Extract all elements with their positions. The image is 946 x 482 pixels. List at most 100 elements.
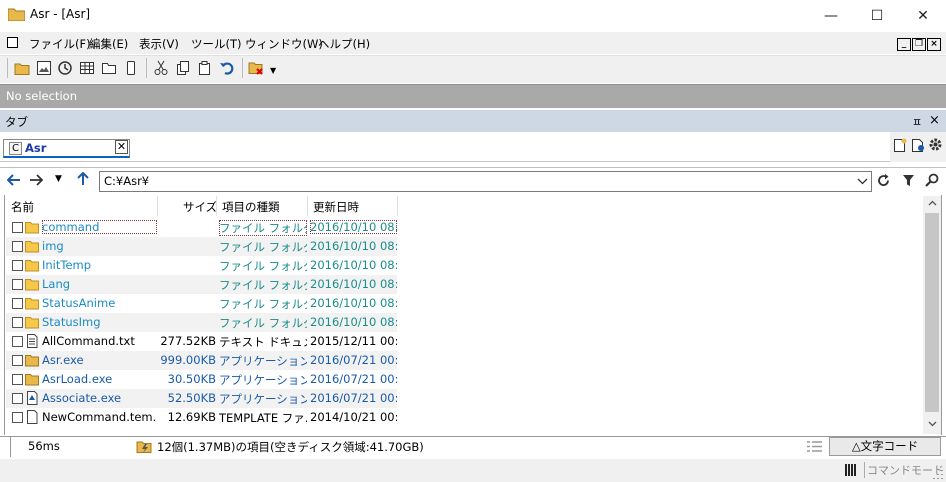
search-icon[interactable] (925, 173, 939, 187)
charcode-button[interactable]: △文字コード (829, 437, 941, 456)
filter-icon[interactable] (902, 174, 915, 187)
file-name[interactable]: AllCommand.txt (42, 334, 157, 348)
file-name[interactable]: Lang (42, 277, 157, 291)
row-checkbox[interactable] (12, 412, 23, 423)
column-divider[interactable] (397, 196, 398, 216)
file-row[interactable]: InitTemp ファイル フォルダー2016/10/10 08:... (6, 256, 397, 275)
image-view-icon[interactable] (35, 59, 53, 77)
row-checkbox[interactable] (12, 355, 23, 366)
mdi-minimize-button[interactable]: _ (897, 38, 911, 51)
delete-folder-icon[interactable] (248, 59, 266, 77)
file-name[interactable]: StatusAnime (42, 296, 157, 310)
file-row[interactable]: NewCommand.tem... 12.69KB TEMPLATE ファ... 20… (6, 408, 397, 427)
row-checkbox[interactable] (12, 317, 23, 328)
file-row[interactable]: StatusImg ファイル フォルダー2016/10/10 08:... (6, 313, 397, 332)
close-button[interactable]: ✕ (900, 0, 946, 31)
file-name[interactable]: command (42, 220, 157, 234)
file-name[interactable]: img (42, 239, 157, 253)
menu-edit[interactable]: 編集(E) (89, 36, 128, 52)
device-icon[interactable] (122, 59, 140, 77)
gear-icon[interactable] (928, 137, 943, 152)
file-name[interactable]: Asr.exe (42, 353, 157, 367)
file-row[interactable]: img ファイル フォルダー2016/10/10 08:... (6, 237, 397, 256)
file-type: TEMPLATE ファ... (219, 411, 307, 425)
address-bar[interactable] (99, 171, 872, 192)
row-checkbox[interactable] (12, 241, 23, 252)
maximize-button[interactable]: ☐ (854, 0, 900, 31)
scroll-up-icon[interactable] (928, 200, 937, 206)
refresh-icon[interactable] (876, 173, 891, 188)
paste-icon[interactable] (196, 59, 214, 77)
scroll-down-icon[interactable] (928, 421, 937, 427)
bottom-bar (0, 459, 946, 482)
column-header-date[interactable]: 更新日時 (313, 199, 359, 215)
tab-asr[interactable]: C Asr ✕ (3, 139, 130, 158)
resize-grip-icon[interactable] (931, 467, 943, 479)
column-divider[interactable] (157, 196, 158, 216)
row-checkbox[interactable] (12, 298, 23, 309)
back-arrow-icon[interactable] (7, 174, 21, 186)
file-name[interactable]: NewCommand.tem... (42, 410, 157, 424)
scrollbar-thumb[interactable] (925, 213, 939, 412)
column-header-type[interactable]: 項目の種類 (222, 199, 280, 215)
tab-panel-close-button[interactable]: × (929, 113, 940, 128)
menu-file[interactable]: ファイル(F) (29, 36, 91, 52)
file-name[interactable]: InitTemp (42, 258, 157, 272)
column-header-size[interactable]: サイズ (183, 199, 217, 215)
row-checkbox[interactable] (12, 393, 23, 404)
new-tab-icon[interactable] (892, 137, 908, 153)
file-date: 2016/10/10 08:... (310, 239, 397, 253)
file-name[interactable]: Associate.exe (42, 391, 157, 405)
document-menu-icon[interactable] (7, 37, 18, 48)
menu-help[interactable]: ヘルプ(H) (318, 36, 370, 52)
tab-settings-doc-icon[interactable] (910, 137, 926, 153)
row-checkbox[interactable] (12, 260, 23, 271)
dropdown-arrow-icon[interactable]: ▼ (270, 66, 276, 75)
row-checkbox[interactable] (12, 222, 23, 233)
file-row[interactable]: AllCommand.txt277.52KBテキスト ドキュメ...2015/1… (6, 332, 397, 351)
tab-close-button[interactable]: ✕ (115, 140, 128, 154)
history-icon[interactable] (56, 59, 74, 77)
grid-view-icon[interactable] (78, 59, 96, 77)
row-checkbox[interactable] (12, 374, 23, 385)
file-type: ファイル フォルダー (219, 259, 307, 273)
address-dropdown-icon[interactable] (857, 178, 868, 185)
menu-window[interactable]: ウィンドウ(W) (245, 36, 323, 52)
tab-folder-icon[interactable] (100, 59, 118, 77)
file-row[interactable]: Lang ファイル フォルダー2016/10/10 08:... (6, 275, 397, 294)
status-divider (10, 437, 11, 457)
pin-icon[interactable]: ㅍ (912, 114, 922, 130)
mdi-restore-button[interactable]: ❐ (912, 38, 926, 51)
forward-arrow-icon[interactable] (29, 174, 43, 186)
up-arrow-icon[interactable] (77, 172, 89, 186)
mdi-close-button[interactable]: × (927, 38, 941, 51)
copy-icon[interactable] (174, 59, 192, 77)
file-size: 277.52KB (160, 334, 216, 348)
column-divider[interactable] (307, 196, 308, 216)
file-row[interactable]: command ファイル フォルダー2016/10/10 08:... (6, 218, 397, 237)
address-input[interactable]: C:¥Asr¥ (104, 174, 149, 188)
list-view-icon[interactable] (806, 440, 823, 453)
drive-c-icon: C (9, 142, 22, 155)
undo-icon[interactable] (218, 59, 236, 77)
minimize-button[interactable]: — (808, 0, 854, 31)
history-dropdown-icon[interactable]: ▼ (55, 174, 62, 184)
file-name[interactable]: AsrLoad.exe (42, 372, 157, 386)
file-row[interactable]: StatusAnime ファイル フォルダー2016/10/10 08:... (6, 294, 397, 313)
file-row[interactable]: AsrLoad.exe 30.50KB アプリケーション 2016/07/21 00:… (6, 370, 397, 389)
row-checkbox[interactable] (12, 336, 23, 347)
column-header-name[interactable]: 名前 (11, 199, 34, 215)
file-type: ファイル フォルダー (219, 278, 307, 292)
column-divider[interactable] (216, 196, 217, 216)
file-name[interactable]: StatusImg (42, 315, 157, 329)
file-size: 12.69KB (167, 410, 216, 424)
toolbar-grip (7, 58, 8, 78)
row-checkbox[interactable] (12, 279, 23, 290)
file-row[interactable]: Associate.exe 52.50KB アプリケーション 2016/07/21 0… (6, 389, 397, 408)
file-row[interactable]: Asr.exe999.00KBアプリケーション2016/07/21 00:... (6, 351, 397, 370)
folder-icon[interactable] (13, 59, 31, 77)
menu-tools[interactable]: ツール(T) (191, 36, 242, 52)
cut-icon[interactable] (152, 59, 170, 77)
menu-view[interactable]: 表示(V) (139, 36, 179, 52)
toolbar-separator (242, 58, 243, 78)
